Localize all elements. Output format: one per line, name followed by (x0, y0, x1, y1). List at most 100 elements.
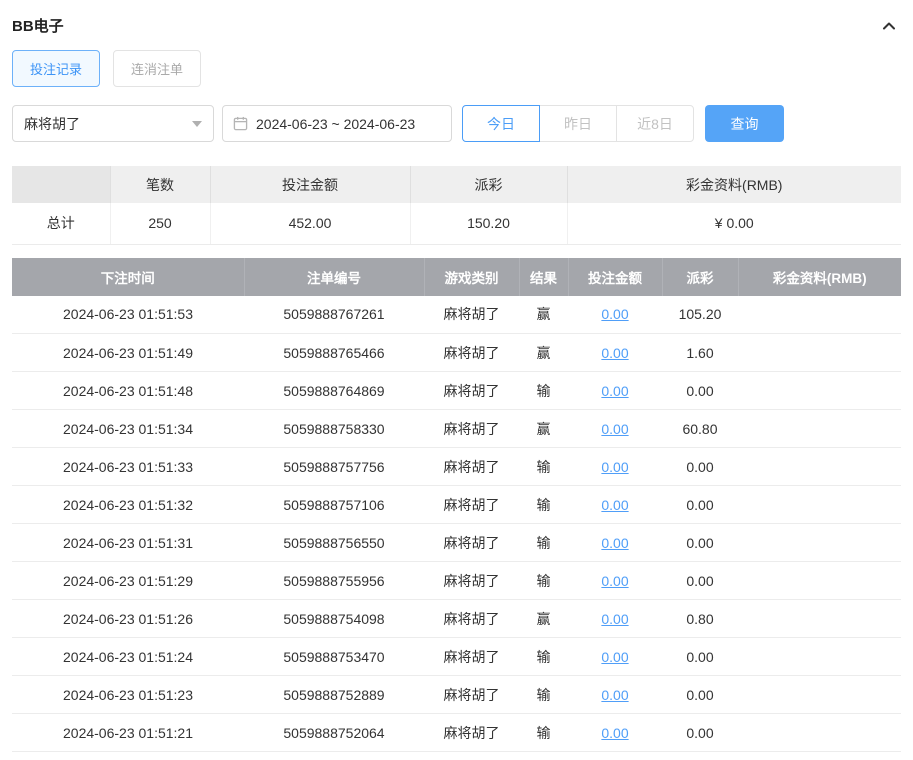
payout-cell: 105.20 (662, 295, 738, 334)
table-row: 2024-06-23 01:51:26 5059888754098 麻将胡了赢 0.0… (12, 599, 901, 638)
header-game-type: 游戏类别 (424, 257, 520, 296)
table-row: 2024-06-23 01:51:34 5059888758330 麻将胡了赢 0.0… (12, 409, 901, 448)
bet-amount-cell: 0.00 (568, 675, 662, 714)
table-row: 2024-06-23 01:51:32 5059888757106 麻将胡了输 0.0… (12, 485, 901, 524)
bet-time-cell: 2024-06-23 01:51:48 (12, 371, 244, 410)
order-id-cell: 5059888758330 (244, 409, 424, 448)
bet-time-cell: 2024-06-23 01:51:53 (12, 295, 244, 334)
date-range-picker[interactable]: 2024-06-23 ~ 2024-06-23 (222, 105, 452, 142)
tab-bar: 投注记录 连消注单 (0, 46, 913, 105)
bet-amount-cell: 0.00 (568, 333, 662, 372)
today-button[interactable]: 今日 (462, 105, 540, 142)
last-8-days-button[interactable]: 近8日 (616, 105, 694, 142)
bet-amount-cell: 0.00 (568, 523, 662, 562)
bet-amount-link[interactable]: 0.00 (601, 306, 628, 322)
summary-header-count: 笔数 (110, 166, 211, 203)
bonus-cell (738, 485, 901, 524)
bonus-cell (738, 295, 901, 334)
order-id-cell: 5059888765466 (244, 333, 424, 372)
header-payout: 派彩 (662, 257, 739, 296)
payout-cell: 1.60 (662, 333, 738, 372)
result-cell: 输 (519, 485, 568, 524)
payout-cell: 0.00 (662, 561, 738, 600)
payout-cell: 0.80 (662, 599, 738, 638)
header-order-id: 注单编号 (244, 257, 425, 296)
order-id-cell: 5059888756550 (244, 523, 424, 562)
bonus-cell (738, 599, 901, 638)
payout-cell: 0.00 (662, 485, 738, 524)
payout-cell: 0.00 (662, 713, 738, 752)
summary-payout-value: 150.20 (410, 203, 568, 245)
order-id-cell: 5059888752064 (244, 713, 424, 752)
bet-amount-cell: 0.00 (568, 409, 662, 448)
bet-time-cell: 2024-06-23 01:51:26 (12, 599, 244, 638)
bet-amount-link[interactable]: 0.00 (601, 421, 628, 437)
game-type-cell: 麻将胡了 (424, 637, 519, 676)
result-cell: 输 (519, 561, 568, 600)
bet-time-cell: 2024-06-23 01:51:31 (12, 523, 244, 562)
summary-total-label: 总计 (12, 203, 111, 245)
result-cell: 赢 (519, 599, 568, 638)
header-bet-time: 下注时间 (12, 257, 245, 296)
bet-amount-link[interactable]: 0.00 (601, 611, 628, 627)
bet-time-cell: 2024-06-23 01:51:32 (12, 485, 244, 524)
bet-amount-link[interactable]: 0.00 (601, 497, 628, 513)
bet-amount-cell: 0.00 (568, 447, 662, 486)
bet-time-cell: 2024-06-23 01:51:33 (12, 447, 244, 486)
bet-time-cell: 2024-06-23 01:51:24 (12, 637, 244, 676)
game-type-cell: 麻将胡了 (424, 485, 519, 524)
bonus-cell (738, 371, 901, 410)
game-select[interactable]: 麻将胡了 (12, 105, 214, 142)
bonus-cell (738, 675, 901, 714)
order-id-cell: 5059888764869 (244, 371, 424, 410)
table-row: 2024-06-23 01:51:24 5059888753470 麻将胡了输 0.0… (12, 637, 901, 676)
bet-amount-link[interactable]: 0.00 (601, 649, 628, 665)
header-bet-amount: 投注金额 (568, 257, 663, 296)
bet-amount-cell: 0.00 (568, 561, 662, 600)
summary-total-row: 总计 250 452.00 150.20 ¥ 0.00 (12, 203, 901, 245)
bet-amount-cell: 0.00 (568, 599, 662, 638)
summary-bet-amount-value: 452.00 (210, 203, 411, 245)
bet-amount-link[interactable]: 0.00 (601, 725, 628, 741)
yesterday-button[interactable]: 昨日 (539, 105, 617, 142)
bet-amount-link[interactable]: 0.00 (601, 383, 628, 399)
tab-canceled-orders[interactable]: 连消注单 (113, 50, 202, 87)
order-id-cell: 5059888754098 (244, 599, 424, 638)
summary-header-blank (12, 166, 111, 203)
bet-time-cell: 2024-06-23 01:51:49 (12, 333, 244, 372)
table-row: 2024-06-23 01:51:23 5059888752889 麻将胡了输 0.0… (12, 675, 901, 714)
game-type-cell: 麻将胡了 (424, 409, 519, 448)
table-row: 2024-06-23 01:51:49 5059888765466 麻将胡了赢 0.0… (12, 333, 901, 372)
collapse-button[interactable] (879, 16, 899, 36)
bet-time-cell: 2024-06-23 01:51:21 (12, 713, 244, 752)
result-cell: 赢 (519, 295, 568, 334)
bet-amount-link[interactable]: 0.00 (601, 345, 628, 361)
game-select-value: 麻将胡了 (24, 115, 80, 132)
game-type-cell: 麻将胡了 (424, 371, 519, 410)
bonus-cell (738, 523, 901, 562)
payout-cell: 0.00 (662, 637, 738, 676)
bet-amount-link[interactable]: 0.00 (601, 573, 628, 589)
order-id-cell: 5059888753470 (244, 637, 424, 676)
game-type-cell: 麻将胡了 (424, 675, 519, 714)
bet-time-cell: 2024-06-23 01:51:34 (12, 409, 244, 448)
bet-amount-cell: 0.00 (568, 637, 662, 676)
bet-amount-link[interactable]: 0.00 (601, 459, 628, 475)
game-type-cell: 麻将胡了 (424, 561, 519, 600)
game-type-cell: 麻将胡了 (424, 523, 519, 562)
search-button[interactable]: 查询 (705, 105, 784, 142)
tab-bet-records[interactable]: 投注记录 (12, 50, 101, 87)
chevron-up-icon (881, 22, 897, 37)
bet-time-cell: 2024-06-23 01:51:29 (12, 561, 244, 600)
bet-amount-cell: 0.00 (568, 295, 662, 334)
bonus-cell (738, 637, 901, 676)
bet-amount-link[interactable]: 0.00 (601, 535, 628, 551)
game-type-cell: 麻将胡了 (424, 295, 519, 334)
order-id-cell: 5059888757106 (244, 485, 424, 524)
result-cell: 输 (519, 371, 568, 410)
order-id-cell: 5059888755956 (244, 561, 424, 600)
bet-amount-link[interactable]: 0.00 (601, 687, 628, 703)
records-header-row: 下注时间 注单编号 游戏类别 结果 投注金额 派彩 彩金资料(RMB) (12, 257, 901, 296)
order-id-cell: 5059888757756 (244, 447, 424, 486)
result-cell: 输 (519, 713, 568, 752)
